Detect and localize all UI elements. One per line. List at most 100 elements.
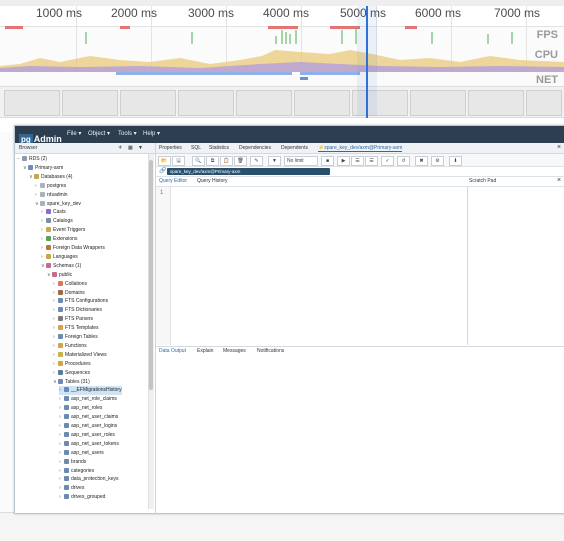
clear-icon[interactable]: ✖ xyxy=(415,156,428,166)
tree-item[interactable]: › rdsadmin xyxy=(35,191,68,200)
menu-tools[interactable]: Tools ▾ xyxy=(118,130,137,137)
tree-item[interactable]: ∨ Tables (31) xyxy=(53,378,90,387)
tree-item[interactable]: › asp_net_roles xyxy=(59,404,102,413)
tree-item[interactable]: › Catalogs xyxy=(41,217,73,226)
tree-item[interactable]: › Extensions xyxy=(41,235,77,244)
tree-item[interactable]: › FTS Dictionaries xyxy=(53,306,102,315)
screenshot-thumbnail[interactable] xyxy=(410,90,466,116)
tree-item[interactable]: › FTS Templates xyxy=(53,324,99,333)
tree-item[interactable]: › Languages xyxy=(41,253,78,262)
tree-item[interactable]: › FTS Configurations xyxy=(53,297,108,306)
tab-query-editor[interactable]: Query Editor xyxy=(159,178,187,184)
screenshot-thumbnail[interactable] xyxy=(178,90,234,116)
tab-query-history[interactable]: Query History xyxy=(197,178,228,184)
timeline-tick: 4000 ms xyxy=(263,6,310,20)
menu-file[interactable]: File ▾ xyxy=(67,130,81,137)
delete-icon[interactable]: 🗑 xyxy=(234,156,247,166)
tree-item[interactable]: › Materialized Views xyxy=(53,351,107,360)
tree-item[interactable]: ∨ Primary-axm xyxy=(23,164,63,173)
tree-node-icon xyxy=(46,236,51,242)
filter-icon[interactable]: ▼ xyxy=(138,143,143,153)
sql-editor[interactable] xyxy=(156,187,466,345)
tree-item[interactable]: › Casts xyxy=(41,208,66,217)
tree-item[interactable]: › brands xyxy=(59,458,86,467)
tree-item[interactable]: › asp_net_role_claims xyxy=(59,395,117,404)
tree-item[interactable]: › asp_net_users xyxy=(59,449,104,458)
tree-node-icon xyxy=(64,405,69,411)
tab-explain[interactable]: Explain xyxy=(197,348,213,354)
selection-range[interactable] xyxy=(357,6,377,116)
tree-item[interactable]: − RDS (2) xyxy=(17,155,47,164)
tree-item[interactable]: › Event Triggers xyxy=(41,226,85,235)
tab-statistics[interactable]: Statistics xyxy=(209,145,229,151)
rollback-icon[interactable]: ↺ xyxy=(397,156,410,166)
tab-query-tool[interactable]: ⚡spare_key_dev/axm@Primary-axm xyxy=(318,145,403,152)
scratch-pad-editor[interactable] xyxy=(467,187,564,345)
explain-analyze-icon[interactable]: ☰ xyxy=(365,156,378,166)
tree-item-label: FTS Templates xyxy=(65,325,99,332)
paste-icon[interactable]: 📋 xyxy=(220,156,233,166)
open-file-icon[interactable]: 📂 xyxy=(158,156,171,166)
tab-messages[interactable]: Messages xyxy=(223,348,246,354)
tree-item[interactable]: › data_protection_keys xyxy=(59,475,119,484)
tree-item[interactable]: › Foreign Data Wrappers xyxy=(41,244,105,253)
tree-item[interactable]: ∨ spare_key_dev xyxy=(35,200,81,209)
menu-help[interactable]: Help ▾ xyxy=(143,130,160,137)
tree-item[interactable]: › FTS Parsers xyxy=(53,315,93,324)
save-icon[interactable]: 🖫 xyxy=(172,156,185,166)
tree-item[interactable]: › Procedures xyxy=(53,360,91,369)
commit-icon[interactable]: ✓ xyxy=(381,156,394,166)
screenshot-thumbnail[interactable] xyxy=(294,90,350,116)
close-scratch-pad-icon[interactable]: × xyxy=(557,177,561,184)
tree-item[interactable]: › __EFMigrationsHistory xyxy=(59,386,122,396)
tree-item[interactable]: › Functions xyxy=(53,342,87,351)
macros-icon[interactable]: ⚙ xyxy=(431,156,444,166)
screenshot-thumbnail[interactable] xyxy=(62,90,118,116)
tree-node-icon xyxy=(46,262,51,268)
tab-dependents[interactable]: Dependents xyxy=(281,145,308,151)
tab-dependencies[interactable]: Dependencies xyxy=(239,145,271,151)
tree-item[interactable]: › asp_net_user_logins xyxy=(59,422,117,431)
tree-item[interactable]: ∨ Databases (4) xyxy=(29,173,72,182)
stop-icon[interactable]: ■ xyxy=(321,156,334,166)
browser-scroll-thumb[interactable] xyxy=(149,160,153,390)
tree-item[interactable]: ∨ public xyxy=(47,271,72,280)
close-panel-icon[interactable]: × xyxy=(557,144,561,151)
edit-icon[interactable]: ✎ xyxy=(250,156,263,166)
screenshot-thumbnail[interactable] xyxy=(236,90,292,116)
tree-item[interactable]: › drives_grouped xyxy=(59,493,105,502)
menu-object[interactable]: Object ▾ xyxy=(88,130,110,137)
tree-item[interactable]: › asp_net_user_tokens xyxy=(59,440,119,449)
execute-icon[interactable]: ▶ xyxy=(337,156,350,166)
screenshot-thumbnail[interactable] xyxy=(468,90,524,116)
tree-item[interactable]: › categories xyxy=(59,467,94,476)
grid-view-icon[interactable]: ▦ xyxy=(128,143,133,153)
tree-item[interactable]: › drives xyxy=(59,484,84,493)
connection-selector[interactable]: spare_key_dev/axm@Primary-axm xyxy=(167,168,330,175)
screenshot-thumbnail[interactable] xyxy=(4,90,60,116)
copy-icon[interactable]: ⧉ xyxy=(206,156,219,166)
screenshot-thumbnail[interactable] xyxy=(526,90,562,116)
tree-item[interactable]: › asp_net_user_claims xyxy=(59,413,118,422)
tree-item-label: Foreign Tables xyxy=(65,334,98,340)
filter-icon[interactable]: ▼ xyxy=(268,156,281,166)
find-icon[interactable]: 🔍 xyxy=(192,156,205,166)
download-icon[interactable]: ⬇ xyxy=(449,156,462,166)
screenshot-thumbnail[interactable] xyxy=(120,90,176,116)
tree-item[interactable]: › asp_net_user_roles xyxy=(59,431,115,440)
cpu-lane xyxy=(0,50,564,72)
tree-item[interactable]: › Domains xyxy=(53,289,85,298)
tree-item[interactable]: › Foreign Tables xyxy=(53,333,98,342)
tree-item[interactable]: › Sequences xyxy=(53,369,90,378)
tab-data-output[interactable]: Data Output xyxy=(159,348,186,354)
explain-icon[interactable]: ☰ xyxy=(351,156,364,166)
tree-item[interactable]: ∨ Schemas (1) xyxy=(41,262,81,271)
row-limit-select[interactable]: No limit xyxy=(284,156,318,166)
tab-notifications[interactable]: Notifications xyxy=(257,348,284,354)
tree-item-label: Primary-axm xyxy=(35,164,64,171)
object-explorer-icon[interactable]: ⚜ xyxy=(118,143,122,153)
tab-properties[interactable]: Properties xyxy=(159,145,182,151)
tree-item[interactable]: › Collations xyxy=(53,280,87,289)
tree-item[interactable]: › postgres xyxy=(35,182,66,191)
tab-sql[interactable]: SQL xyxy=(191,145,201,151)
